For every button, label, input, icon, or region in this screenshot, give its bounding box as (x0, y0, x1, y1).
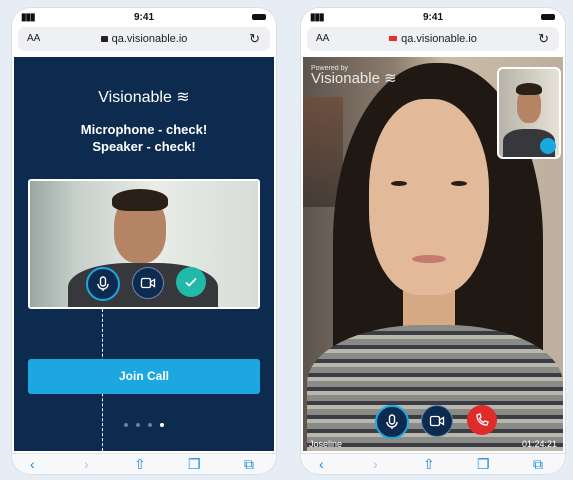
browser-toolbar: ‹ › ⇧ ❐ ⧉ (12, 453, 276, 474)
switch-camera-icon[interactable] (540, 138, 556, 154)
battery-icon (252, 14, 266, 20)
back-icon[interactable]: ‹ (30, 456, 35, 472)
headline-mic: Microphone - check! (80, 122, 208, 137)
self-view-pip[interactable] (497, 67, 561, 159)
precall-screen: Visionable ≋ Microphone - check! Speaker… (14, 57, 274, 451)
hangup-button[interactable] (467, 405, 497, 435)
share-icon[interactable]: ⇧ (423, 456, 435, 473)
video-camera-icon (429, 415, 445, 427)
page-dot[interactable] (124, 423, 128, 427)
pagination-dots (14, 414, 274, 432)
address-bar[interactable]: AA qa.visionable.io ↻ (18, 27, 270, 51)
lock-icon (100, 36, 108, 42)
reload-icon[interactable]: ↻ (538, 31, 549, 47)
camera-button[interactable] (421, 405, 453, 437)
reload-icon[interactable]: ↻ (249, 31, 260, 47)
remote-video: Powered by Visionable ≋ Joseline 01:24:2… (303, 57, 563, 451)
mic-button[interactable] (86, 267, 120, 301)
mic-icon (97, 276, 109, 291)
share-icon[interactable]: ⇧ (134, 456, 146, 473)
page-dot[interactable] (148, 423, 152, 427)
bookmarks-icon[interactable]: ❐ (477, 456, 490, 473)
headline-speaker: Speaker - check! (92, 139, 196, 154)
url-text: qa.visionable.io (111, 33, 188, 45)
forward-icon[interactable]: › (373, 456, 378, 472)
page-dot[interactable] (136, 423, 140, 427)
status-bar: ▮▮▮ 9:41 (301, 8, 565, 26)
check-icon (185, 277, 197, 287)
join-call-button[interactable]: Join Call (28, 359, 260, 394)
phone-hangup-icon (476, 413, 489, 426)
self-preview-video (28, 179, 260, 309)
recording-indicator-icon (389, 36, 398, 41)
status-bar: ▮▮▮ 9:41 (12, 8, 276, 26)
powered-by-logo: Powered by Visionable ≋ (311, 65, 397, 87)
mic-button[interactable] (375, 405, 409, 439)
tabs-icon[interactable]: ⧉ (533, 456, 543, 473)
battery-icon (541, 14, 555, 20)
status-time: 9:41 (422, 12, 443, 23)
camera-button[interactable] (132, 267, 164, 299)
participant-name: Joseline (309, 439, 343, 449)
status-time: 9:41 (133, 12, 154, 23)
right-phone: ▮▮▮ 9:41 AA qa.visionable.io ↻ Powered b… (301, 8, 565, 474)
url-text: qa.visionable.io (401, 33, 477, 45)
forward-icon[interactable]: › (84, 456, 89, 472)
confirm-button[interactable] (176, 267, 206, 297)
left-phone: ▮▮▮ 9:41 AA qa.visionable.io ↻ Visionabl… (12, 8, 276, 474)
address-bar[interactable]: AA qa.visionable.io ↻ (307, 27, 559, 51)
browser-toolbar: ‹ › ⇧ ❐ ⧉ (301, 453, 565, 474)
brand-logo: Visionable ≋ (98, 89, 190, 106)
back-icon[interactable]: ‹ (319, 456, 324, 472)
tabs-icon[interactable]: ⧉ (244, 456, 254, 473)
page-dot-active[interactable] (160, 423, 164, 427)
call-timer: 01:24:21 (521, 439, 557, 449)
video-camera-icon (140, 277, 156, 289)
bookmarks-icon[interactable]: ❐ (188, 456, 201, 473)
mic-icon (386, 414, 398, 429)
headline: Microphone - check! Speaker - check! (14, 121, 274, 155)
